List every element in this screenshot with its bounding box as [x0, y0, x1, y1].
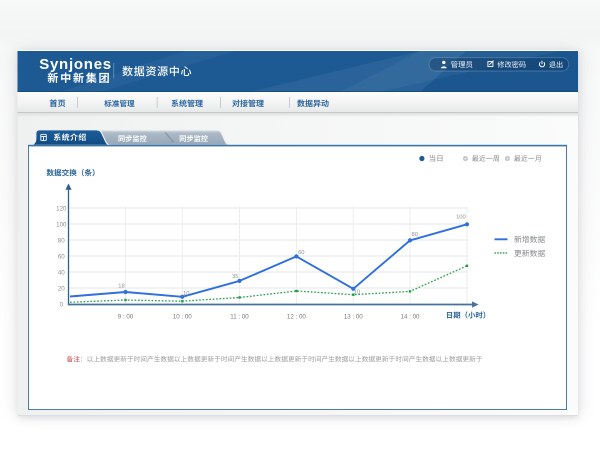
svg-text:20: 20 [58, 285, 65, 292]
svg-text:80: 80 [58, 237, 65, 244]
svg-text:10: 10 [183, 291, 189, 297]
svg-text:9 : 00: 9 : 00 [118, 314, 134, 321]
svg-text:40: 40 [58, 269, 65, 276]
svg-text:80: 80 [411, 232, 417, 238]
svg-text:14 : 00: 14 : 00 [401, 314, 420, 321]
svg-text:60: 60 [298, 250, 304, 256]
svg-text:12 : 00: 12 : 00 [287, 314, 306, 321]
svg-text:10: 10 [354, 290, 360, 296]
svg-text:Synjones: Synjones [39, 56, 112, 73]
svg-text:11 : 00: 11 : 00 [230, 314, 249, 321]
svg-text:18: 18 [118, 283, 124, 289]
svg-text:10 : 00: 10 : 00 [173, 314, 192, 321]
svg-text:60: 60 [58, 253, 65, 260]
svg-text:100: 100 [456, 215, 466, 221]
svg-text:35: 35 [232, 274, 238, 280]
svg-text:100: 100 [56, 221, 67, 228]
svg-text:13 : 00: 13 : 00 [344, 314, 363, 321]
svg-text:0: 0 [60, 301, 64, 308]
svg-text:120: 120 [56, 205, 67, 212]
